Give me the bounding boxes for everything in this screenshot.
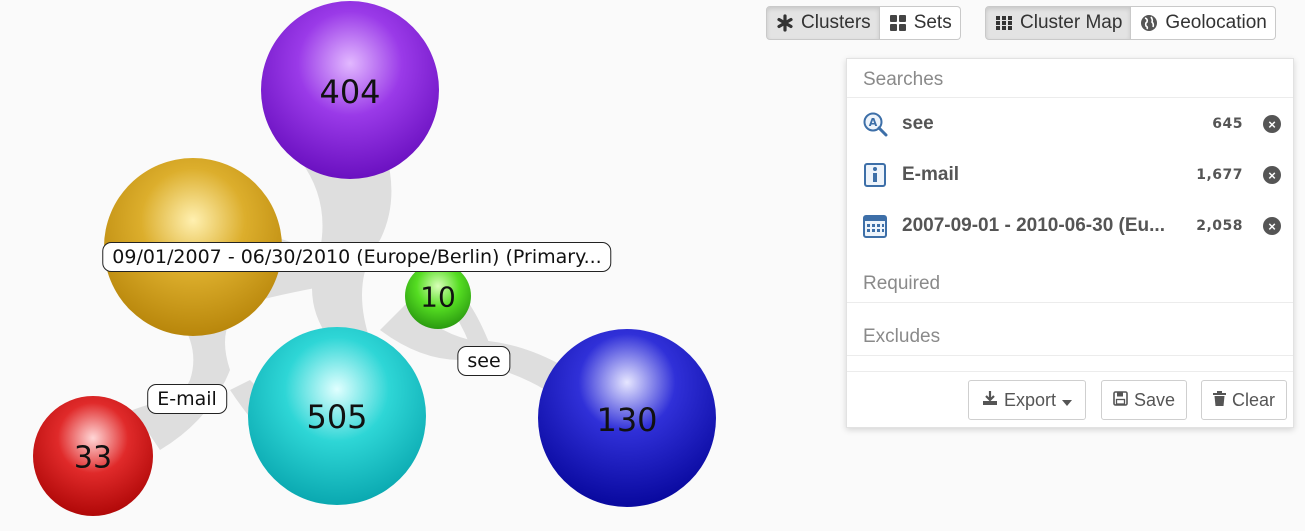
- remove-icon[interactable]: ×: [1263, 166, 1281, 184]
- cluster-count-label: 33: [73, 440, 113, 476]
- geolocation-label: Geolocation: [1165, 12, 1267, 33]
- download-icon: [982, 390, 998, 411]
- save-label: Save: [1133, 389, 1176, 410]
- searches-header: Searches: [863, 69, 944, 90]
- search-item-label: see: [902, 113, 934, 134]
- sets-tab-button[interactable]: Sets: [879, 6, 961, 40]
- cluster-count-label: 404: [319, 73, 381, 111]
- search-term-tag[interactable]: see: [457, 346, 511, 376]
- search-item[interactable]: 2007-09-01 - 2010-06-30 (Eu... 2,058 ×: [847, 201, 1293, 251]
- search-panel: Searches A see 645 × E-mail 1,677 × 2007…: [846, 58, 1294, 428]
- globe-icon: [1139, 13, 1159, 33]
- remove-icon[interactable]: ×: [1263, 217, 1281, 235]
- search-item-label: E-mail: [902, 164, 960, 185]
- grid-squares-icon: [888, 13, 908, 33]
- clusters-tab-button[interactable]: Clusters: [766, 6, 880, 40]
- save-button[interactable]: Save: [1101, 380, 1187, 420]
- divider: [847, 371, 1293, 372]
- export-label: Export: [1003, 389, 1057, 410]
- view-toggle-group: Clusters Sets: [766, 6, 961, 40]
- svg-text:A: A: [869, 116, 878, 129]
- asterisk-icon: [775, 13, 795, 33]
- clear-label: Clear: [1231, 389, 1275, 410]
- search-item[interactable]: E-mail 1,677 ×: [847, 150, 1293, 200]
- cluster-count-label: 505: [306, 398, 368, 436]
- info-icon: [861, 161, 889, 189]
- search-item[interactable]: A see 645 ×: [847, 99, 1293, 149]
- date-range-tag[interactable]: 09/01/2007 - 06/30/2010 (Europe/Berlin) …: [102, 242, 612, 272]
- clear-button[interactable]: Clear: [1201, 380, 1287, 420]
- divider: [847, 97, 1293, 98]
- grid-dots-icon: [994, 13, 1014, 33]
- mode-toggle-group: Cluster Map Geolocation: [985, 6, 1276, 40]
- search-item-count: 1,677: [1196, 167, 1243, 183]
- search-item-count: 645: [1212, 116, 1243, 132]
- clusters-label: Clusters: [801, 12, 871, 33]
- divider: [847, 355, 1293, 356]
- trash-icon: [1212, 390, 1226, 411]
- divider: [847, 302, 1293, 303]
- required-header: Required: [863, 273, 941, 294]
- floppy-disk-icon: [1113, 390, 1128, 411]
- cluster-map-label: Cluster Map: [1020, 12, 1123, 33]
- geolocation-tab-button[interactable]: Geolocation: [1131, 6, 1276, 40]
- calendar-icon: [861, 212, 889, 240]
- search-item-label: 2007-09-01 - 2010-06-30 (Eu...: [902, 215, 1165, 236]
- text-search-icon: A: [861, 110, 889, 138]
- excludes-header: Excludes: [863, 326, 941, 347]
- search-item-count: 2,058: [1196, 218, 1243, 234]
- cluster-count-label: 130: [596, 401, 658, 439]
- caret-down-icon: [1062, 390, 1073, 411]
- export-button[interactable]: Export: [968, 380, 1086, 420]
- remove-icon[interactable]: ×: [1263, 115, 1281, 133]
- cluster-count-label: 10: [420, 280, 456, 314]
- sets-label: Sets: [913, 12, 952, 33]
- cluster-map-tab-button[interactable]: Cluster Map: [985, 6, 1132, 40]
- email-tag[interactable]: E-mail: [147, 384, 227, 414]
